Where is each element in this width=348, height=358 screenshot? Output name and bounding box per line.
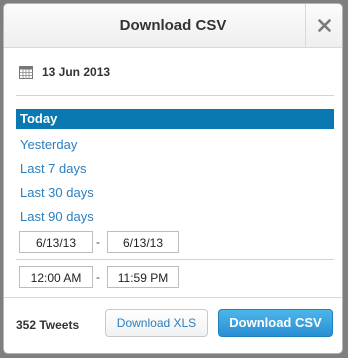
download-csv-dialog: Download CSV 13 Jun 2013 Today Yesterday… — [3, 3, 343, 354]
dialog-title: Download CSV — [119, 17, 227, 34]
range-option-today[interactable]: Today — [16, 109, 334, 129]
divider — [16, 259, 334, 260]
download-xls-button[interactable]: Download XLS — [105, 309, 208, 337]
range-option-yesterday[interactable]: Yesterday — [16, 133, 334, 157]
dialog-footer: 352 Tweets Download XLS Download CSV — [4, 297, 342, 353]
time-range-separator: - — [96, 270, 100, 284]
selected-date-row: 13 Jun 2013 — [19, 62, 110, 82]
close-button[interactable] — [305, 4, 342, 47]
date-range-list: Today Yesterday Last 7 days Last 30 days… — [16, 109, 334, 229]
end-date-input[interactable]: 6/13/13 — [107, 231, 179, 253]
download-csv-button[interactable]: Download CSV — [218, 309, 333, 337]
divider — [16, 95, 334, 96]
range-option-last-7-days[interactable]: Last 7 days — [16, 157, 334, 181]
end-time-input[interactable]: 11:59 PM — [107, 266, 179, 288]
tweet-count: 352 Tweets — [16, 318, 80, 332]
calendar-icon — [19, 66, 33, 79]
range-option-last-90-days[interactable]: Last 90 days — [16, 205, 334, 229]
dialog-titlebar: Download CSV — [4, 4, 342, 48]
close-icon — [317, 19, 331, 32]
start-time-input[interactable]: 12:00 AM — [19, 266, 93, 288]
date-range-separator: - — [96, 235, 100, 249]
range-option-last-30-days[interactable]: Last 30 days — [16, 181, 334, 205]
selected-date: 13 Jun 2013 — [42, 65, 111, 79]
start-date-input[interactable]: 6/13/13 — [19, 231, 93, 253]
